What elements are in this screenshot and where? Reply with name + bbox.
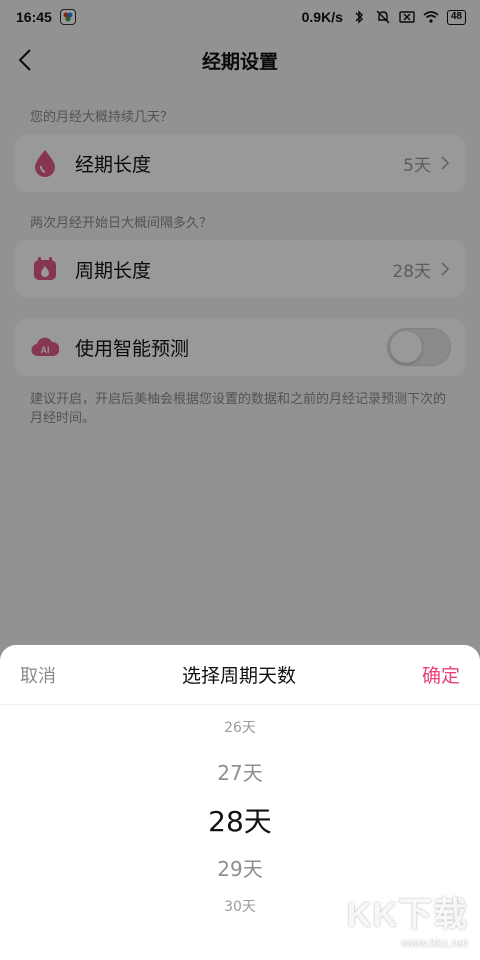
picker-option-selected[interactable]: 28天 — [0, 800, 480, 840]
picker-option[interactable]: 29天 — [0, 853, 480, 882]
picker-option[interactable]: 27天 — [0, 757, 480, 786]
watermark-url: www.kkx.net — [401, 936, 468, 950]
confirm-button[interactable]: 确定 — [422, 661, 460, 688]
watermark: KK下载 www.kkx.net — [347, 887, 468, 950]
watermark-logo: KK下载 — [346, 896, 468, 934]
sheet-title: 选择周期天数 — [181, 665, 296, 687]
cancel-button[interactable]: 取消 — [20, 662, 56, 688]
sheet-header: 取消 选择周期天数 确定 — [0, 645, 480, 705]
picker-option[interactable]: 26天 — [0, 717, 480, 737]
